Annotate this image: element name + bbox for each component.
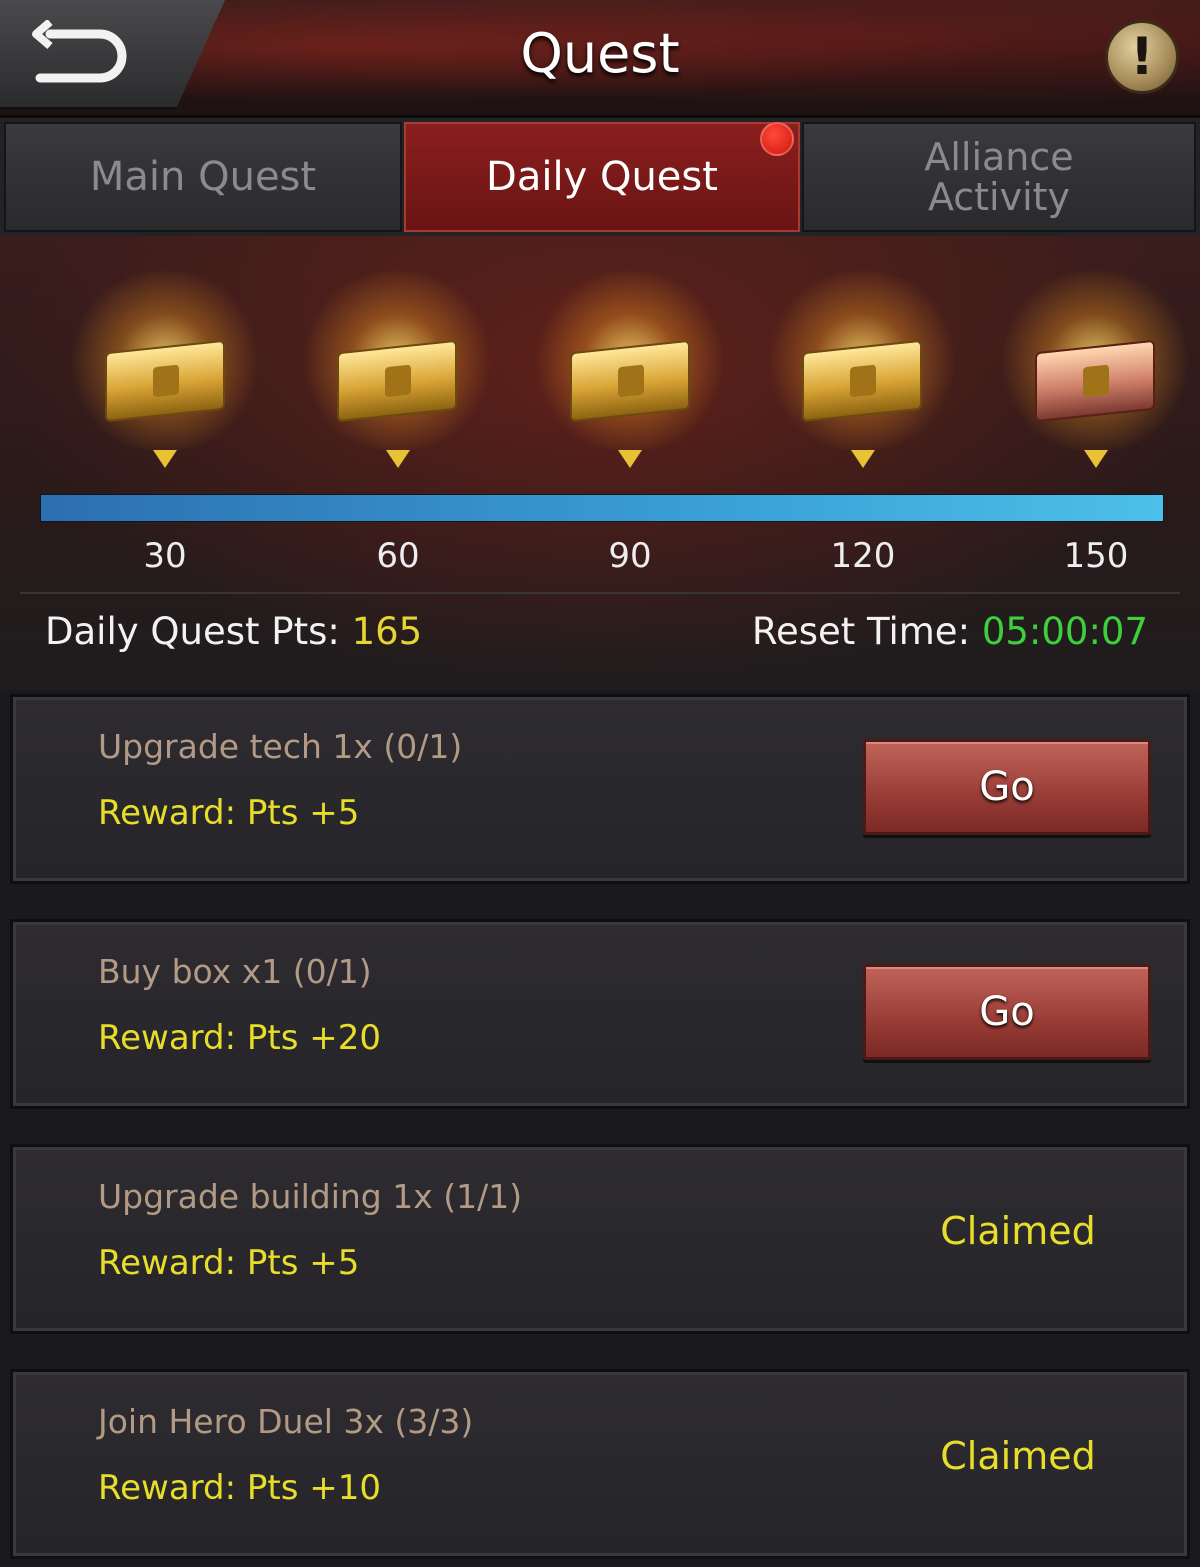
quest-reward: Reward: Pts +5 <box>98 793 360 833</box>
milestone-arrow-icon <box>1084 450 1108 468</box>
quest-name: Buy box x1 (0/1) <box>98 952 372 991</box>
tab-alliance-activity[interactable]: Alliance Activity <box>802 122 1196 232</box>
quest-item: Buy box x1 (0/1) Reward: Pts +20 Go <box>10 919 1190 1109</box>
quest-item: Upgrade building 1x (1/1) Reward: Pts +5… <box>10 1144 1190 1334</box>
tab-daily-quest[interactable]: Daily Quest <box>404 122 800 232</box>
quest-name: Upgrade tech 1x (0/1) <box>98 727 463 766</box>
quest-reward: Reward: Pts +10 <box>98 1468 381 1508</box>
reward-chest-150[interactable] <box>995 271 1195 451</box>
tab-alliance-label-line2: Activity <box>927 175 1071 219</box>
progress-fill <box>41 495 1163 521</box>
go-button[interactable]: Go <box>863 739 1151 835</box>
quest-item: Upgrade tech 1x (0/1) Reward: Pts +5 Go <box>10 694 1190 884</box>
milestone-label: 90 <box>608 536 652 576</box>
reward-chest-30[interactable] <box>65 271 265 451</box>
daily-points-value: 165 <box>351 610 423 653</box>
reward-chest-120[interactable] <box>762 271 962 451</box>
reward-chest-90[interactable] <box>530 271 730 451</box>
claimed-status: Claimed <box>940 1209 1096 1253</box>
header-bar: Quest ! <box>0 0 1200 118</box>
go-button[interactable]: Go <box>863 964 1151 1060</box>
points-progress-bar <box>40 494 1164 522</box>
milestone-label: 60 <box>376 536 420 576</box>
exclamation-icon: ! <box>1130 27 1154 87</box>
quest-reward: Reward: Pts +20 <box>98 1018 381 1058</box>
tab-bar: Main Quest Daily Quest Alliance Activity <box>0 118 1200 236</box>
reset-time-label: Reset Time: <box>751 610 982 653</box>
milestone-arrow-icon <box>153 450 177 468</box>
info-button[interactable]: ! <box>1105 20 1179 94</box>
milestone-arrow-icon <box>851 450 875 468</box>
milestone-arrow-icon <box>386 450 410 468</box>
quest-reward: Reward: Pts +5 <box>98 1243 360 1283</box>
notification-dot <box>760 122 794 156</box>
milestone-label: 150 <box>1063 536 1129 576</box>
milestone-label: 120 <box>830 536 896 576</box>
reset-time: Reset Time: 05:00:07 <box>752 610 1148 653</box>
daily-points: Daily Quest Pts: 165 <box>45 610 422 653</box>
reward-chest-60[interactable] <box>297 271 497 451</box>
milestone-arrow-icon <box>618 450 642 468</box>
quest-name: Upgrade building 1x (1/1) <box>98 1177 523 1216</box>
daily-points-label: Daily Quest Pts: <box>45 610 352 653</box>
reset-time-value: 05:00:07 <box>981 610 1148 653</box>
tab-alliance-label-line1: Alliance <box>924 135 1074 179</box>
claimed-status: Claimed <box>940 1434 1096 1478</box>
divider <box>20 592 1180 594</box>
milestone-label: 30 <box>143 536 187 576</box>
tab-main-quest[interactable]: Main Quest <box>4 122 402 232</box>
page-title: Quest <box>520 22 680 85</box>
quest-item: Join Hero Duel 3x (3/3) Reward: Pts +10 … <box>10 1369 1190 1559</box>
reward-panel: 30 60 90 120 150 Daily Quest Pts: 165 Re… <box>0 236 1200 690</box>
quest-name: Join Hero Duel 3x (3/3) <box>98 1402 474 1441</box>
